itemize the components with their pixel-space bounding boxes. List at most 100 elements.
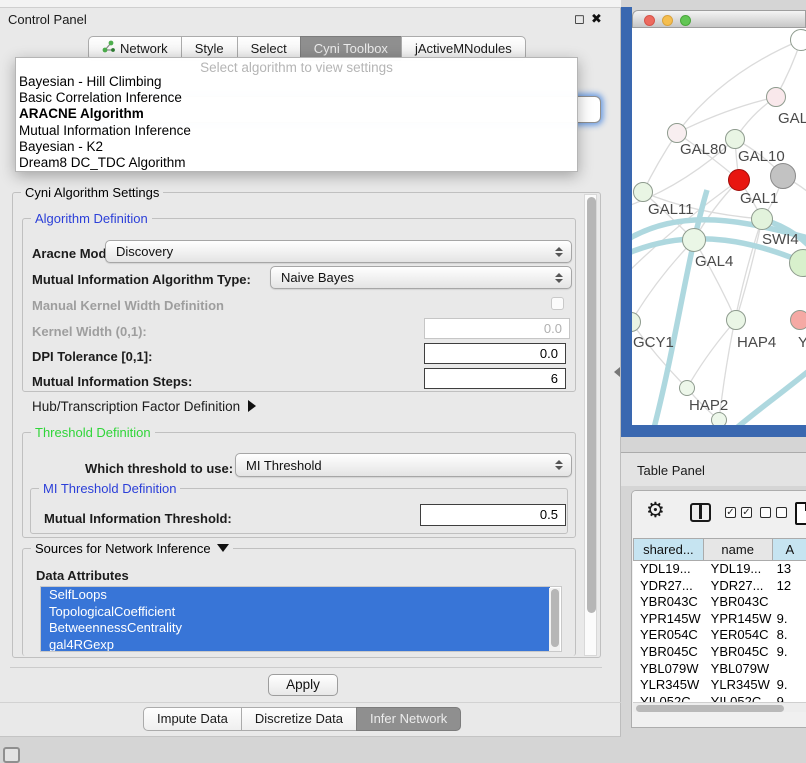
algorithm-dropdown-popup: Select algorithm to view settings Bayesi… (15, 57, 578, 172)
combo-arrows-icon (555, 273, 563, 283)
table-row[interactable]: YLR345WYLR345W9. (633, 677, 806, 694)
zoom-traffic-icon[interactable] (680, 15, 691, 26)
table-row[interactable]: YPR145WYPR145W9. (633, 611, 806, 628)
attributes-scrollbar[interactable] (549, 588, 560, 651)
close-icon[interactable]: ✖ (591, 11, 602, 27)
node-label: GAL11 (648, 201, 694, 218)
aracne-mode-value: Discovery (116, 244, 173, 259)
dropdown-item[interactable]: Bayesian - Hill Climbing (16, 74, 577, 90)
dropdown-item[interactable]: Dream8 DC_TDC Algorithm (16, 155, 577, 171)
apply-button[interactable]: Apply (268, 674, 338, 696)
table-row[interactable]: YDR27...YDR27...12 (633, 578, 806, 595)
column-header-A[interactable]: A (773, 538, 806, 561)
network-node[interactable] (728, 169, 750, 191)
network-window-titlebar[interactable] (632, 10, 806, 28)
mi-type-label: Mutual Information Algorithm Type: (32, 272, 251, 287)
settings-scrollbar-thumb[interactable] (587, 197, 596, 613)
document-icon[interactable] (795, 502, 806, 525)
table-cell: 13 (773, 561, 806, 578)
network-node[interactable] (790, 29, 806, 51)
dpi-tolerance-field[interactable]: 0.0 (424, 343, 566, 364)
node-table[interactable]: shared...nameA YDL19...YDL19...13YDR27..… (633, 538, 806, 710)
hub-factor-expander[interactable]: Hub/Transcription Factor Definition (32, 399, 256, 414)
attribute-item[interactable]: TopologicalCoefficient (41, 604, 550, 621)
combo-arrows-icon (555, 460, 563, 470)
minimize-traffic-icon[interactable] (662, 15, 673, 26)
network-node[interactable] (667, 123, 687, 143)
mi-threshold-field[interactable]: 0.5 (420, 504, 566, 526)
network-canvas[interactable]: GALGAL80GAL10GAL1GAL11SWI4GAL4GCY1HAP4YH… (632, 28, 806, 425)
unchecked-checkbox-icon[interactable] (776, 507, 787, 518)
tab-label: Select (251, 41, 287, 56)
settings-scrollbar[interactable] (584, 194, 597, 656)
table-panel-window: ⚙ ✓ ✓ shared...nameA YDL19...YDL19...13Y… (631, 490, 806, 728)
column-header-shared[interactable]: shared... (633, 538, 704, 561)
combo-arrows-icon (555, 247, 563, 257)
tab-discretize-data[interactable]: Discretize Data (241, 707, 357, 731)
attribute-item[interactable]: gal4RGexp (41, 637, 550, 653)
manual-kernel-checkbox[interactable] (551, 297, 564, 310)
checked-checkbox-icon[interactable]: ✓ (725, 507, 736, 518)
table-hscrollbar-thumb[interactable] (636, 705, 784, 712)
column-header-name[interactable]: name (704, 538, 773, 561)
kernel-width-field[interactable]: 0.0 (424, 318, 570, 339)
mi-steps-field[interactable]: 6 (424, 368, 566, 389)
network-node[interactable] (679, 380, 695, 396)
tab-infer-network[interactable]: Infer Network (356, 707, 461, 731)
network-window-frame (621, 7, 632, 437)
network-node[interactable] (766, 87, 786, 107)
table-hscrollbar[interactable] (633, 702, 806, 712)
which-threshold-select[interactable]: MI Threshold (235, 453, 572, 477)
sources-title[interactable]: Sources for Network Inference (31, 541, 233, 556)
tab-label: Infer Network (370, 711, 447, 726)
tab-impute-data[interactable]: Impute Data (143, 707, 242, 731)
columns-icon[interactable] (690, 503, 711, 522)
network-node[interactable] (633, 182, 653, 202)
control-panel: Control Panel ◻ ✖ NetworkStyleSelectCyni… (0, 0, 621, 737)
minimized-window-icon[interactable] (3, 747, 20, 763)
dropdown-item[interactable]: Bayesian - K2 (16, 139, 577, 155)
algorithm-definition-title: Algorithm Definition (31, 211, 152, 226)
table-row[interactable]: YBL079WYBL079W (633, 661, 806, 678)
aracne-mode-select[interactable]: Discovery (105, 240, 572, 263)
table-panel-title: Table Panel (637, 463, 705, 478)
table-cell: YDR27... (704, 578, 773, 595)
node-label: HAP4 (737, 334, 776, 351)
checked-checkbox-icon[interactable]: ✓ (741, 507, 752, 518)
unchecked-checkbox-icon[interactable] (760, 507, 771, 518)
network-node[interactable] (790, 310, 806, 330)
table-row[interactable]: YBR045CYBR045C9. (633, 644, 806, 661)
tab-label: Discretize Data (255, 711, 343, 726)
float-window-icon[interactable]: ◻ (574, 11, 585, 27)
table-row[interactable]: YDL19...YDL19...13 (633, 561, 806, 578)
data-attributes-list[interactable]: SelfLoopsTopologicalCoefficientBetweenne… (40, 586, 562, 652)
split-collapse-icon[interactable] (614, 367, 620, 377)
table-cell: YBR043C (633, 594, 704, 611)
dropdown-item[interactable]: Mutual Information Inference (16, 123, 577, 139)
node-label: GAL (778, 110, 806, 127)
dropdown-item[interactable]: Basic Correlation Inference (16, 90, 577, 106)
table-row[interactable]: YER054CYER054C8. (633, 627, 806, 644)
network-node[interactable] (751, 208, 773, 230)
close-traffic-icon[interactable] (644, 15, 655, 26)
tab-label: Impute Data (157, 711, 228, 726)
mi-type-select[interactable]: Naive Bayes (270, 266, 572, 289)
data-attributes-label: Data Attributes (36, 568, 129, 583)
dropdown-item[interactable]: ARACNE Algorithm (16, 106, 577, 122)
attribute-item[interactable]: SelfLoops (41, 587, 550, 604)
attributes-scrollbar-thumb[interactable] (551, 589, 559, 647)
gear-icon[interactable]: ⚙ (646, 498, 665, 523)
divider (0, 702, 621, 703)
node-label: GAL80 (680, 141, 727, 158)
table-row[interactable]: YBR043CYBR043C (633, 594, 806, 611)
node-label: GAL1 (740, 190, 778, 207)
table-cell: YLR345W (633, 677, 704, 694)
network-node[interactable] (726, 310, 746, 330)
mi-steps-label: Mutual Information Steps: (32, 374, 192, 389)
network-node[interactable] (725, 129, 745, 149)
network-node[interactable] (682, 228, 706, 252)
network-node[interactable] (770, 163, 796, 189)
node-label: Y (798, 334, 806, 351)
table-cell (773, 661, 806, 678)
attribute-item[interactable]: BetweennessCentrality (41, 620, 550, 637)
